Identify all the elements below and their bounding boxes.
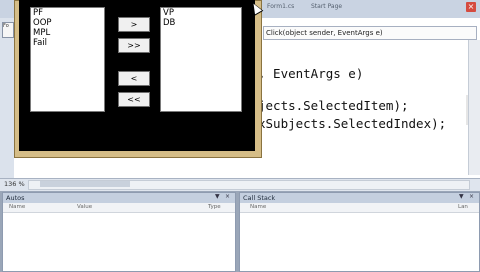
- autos-title: Autos: [3, 193, 235, 203]
- move-right-button[interactable]: >: [118, 17, 150, 32]
- close-icon[interactable]: ×: [466, 2, 476, 12]
- document-tabs: Form1.cs Start Page: [255, 0, 480, 14]
- subjects-listbox[interactable]: PF OOP MPL Fail: [30, 7, 105, 112]
- column-header-language[interactable]: Lan: [458, 204, 468, 210]
- horizontal-scroll-thumb[interactable]: [40, 181, 130, 187]
- call-stack-header: Name Lan: [240, 203, 479, 213]
- column-header-value[interactable]: Value: [77, 204, 92, 210]
- pin-icon[interactable]: ▼: [215, 194, 221, 200]
- list-item[interactable]: DB: [161, 18, 241, 28]
- list-item[interactable]: VP: [161, 8, 241, 18]
- code-text-1: , EventArgs e): [258, 66, 364, 81]
- code-line-2: jects.SelectedItem);: [258, 98, 409, 113]
- column-header-name[interactable]: Name: [250, 204, 266, 210]
- autos-panel: Autos ▼ × Name Value Type: [2, 192, 236, 272]
- column-header-type[interactable]: Type: [208, 204, 221, 210]
- list-item[interactable]: MPL: [31, 28, 104, 38]
- selected-subjects-listbox[interactable]: VP DB: [160, 7, 242, 112]
- pin-icon[interactable]: ▼: [459, 194, 465, 200]
- tab-form1[interactable]: Form1.cs: [267, 3, 294, 10]
- move-left-button[interactable]: <: [118, 71, 150, 86]
- method-dropdown[interactable]: Click(object sender, EventArgs e): [263, 26, 477, 40]
- close-icon[interactable]: ×: [225, 194, 231, 200]
- code-text-3: xSubjects.SelectedIndex);: [258, 116, 447, 131]
- left-toolbox-strip: [0, 18, 15, 178]
- code-line-3: xSubjects.SelectedIndex);: [258, 116, 446, 131]
- tab-start-page[interactable]: Start Page: [311, 3, 342, 10]
- column-header-name[interactable]: Name: [9, 204, 25, 210]
- list-item[interactable]: PF: [31, 8, 104, 18]
- toolbox-tab[interactable]: Fo: [2, 22, 14, 38]
- code-text-2: jects.SelectedItem);: [258, 98, 409, 113]
- call-stack-panel: Call Stack ▼ × Name Lan: [239, 192, 480, 272]
- zoom-level[interactable]: 136 %: [4, 180, 25, 188]
- call-stack-title: Call Stack: [240, 193, 479, 203]
- autos-header: Name Value Type: [3, 203, 235, 213]
- list-item[interactable]: Fail: [31, 38, 104, 48]
- move-all-right-button[interactable]: >>: [118, 38, 150, 53]
- code-line-1: , EventArgs e): [258, 66, 363, 81]
- close-icon[interactable]: ×: [469, 194, 475, 200]
- move-all-left-button[interactable]: <<: [118, 92, 150, 107]
- list-item[interactable]: OOP: [31, 18, 104, 28]
- vertical-scrollbar[interactable]: [468, 40, 480, 175]
